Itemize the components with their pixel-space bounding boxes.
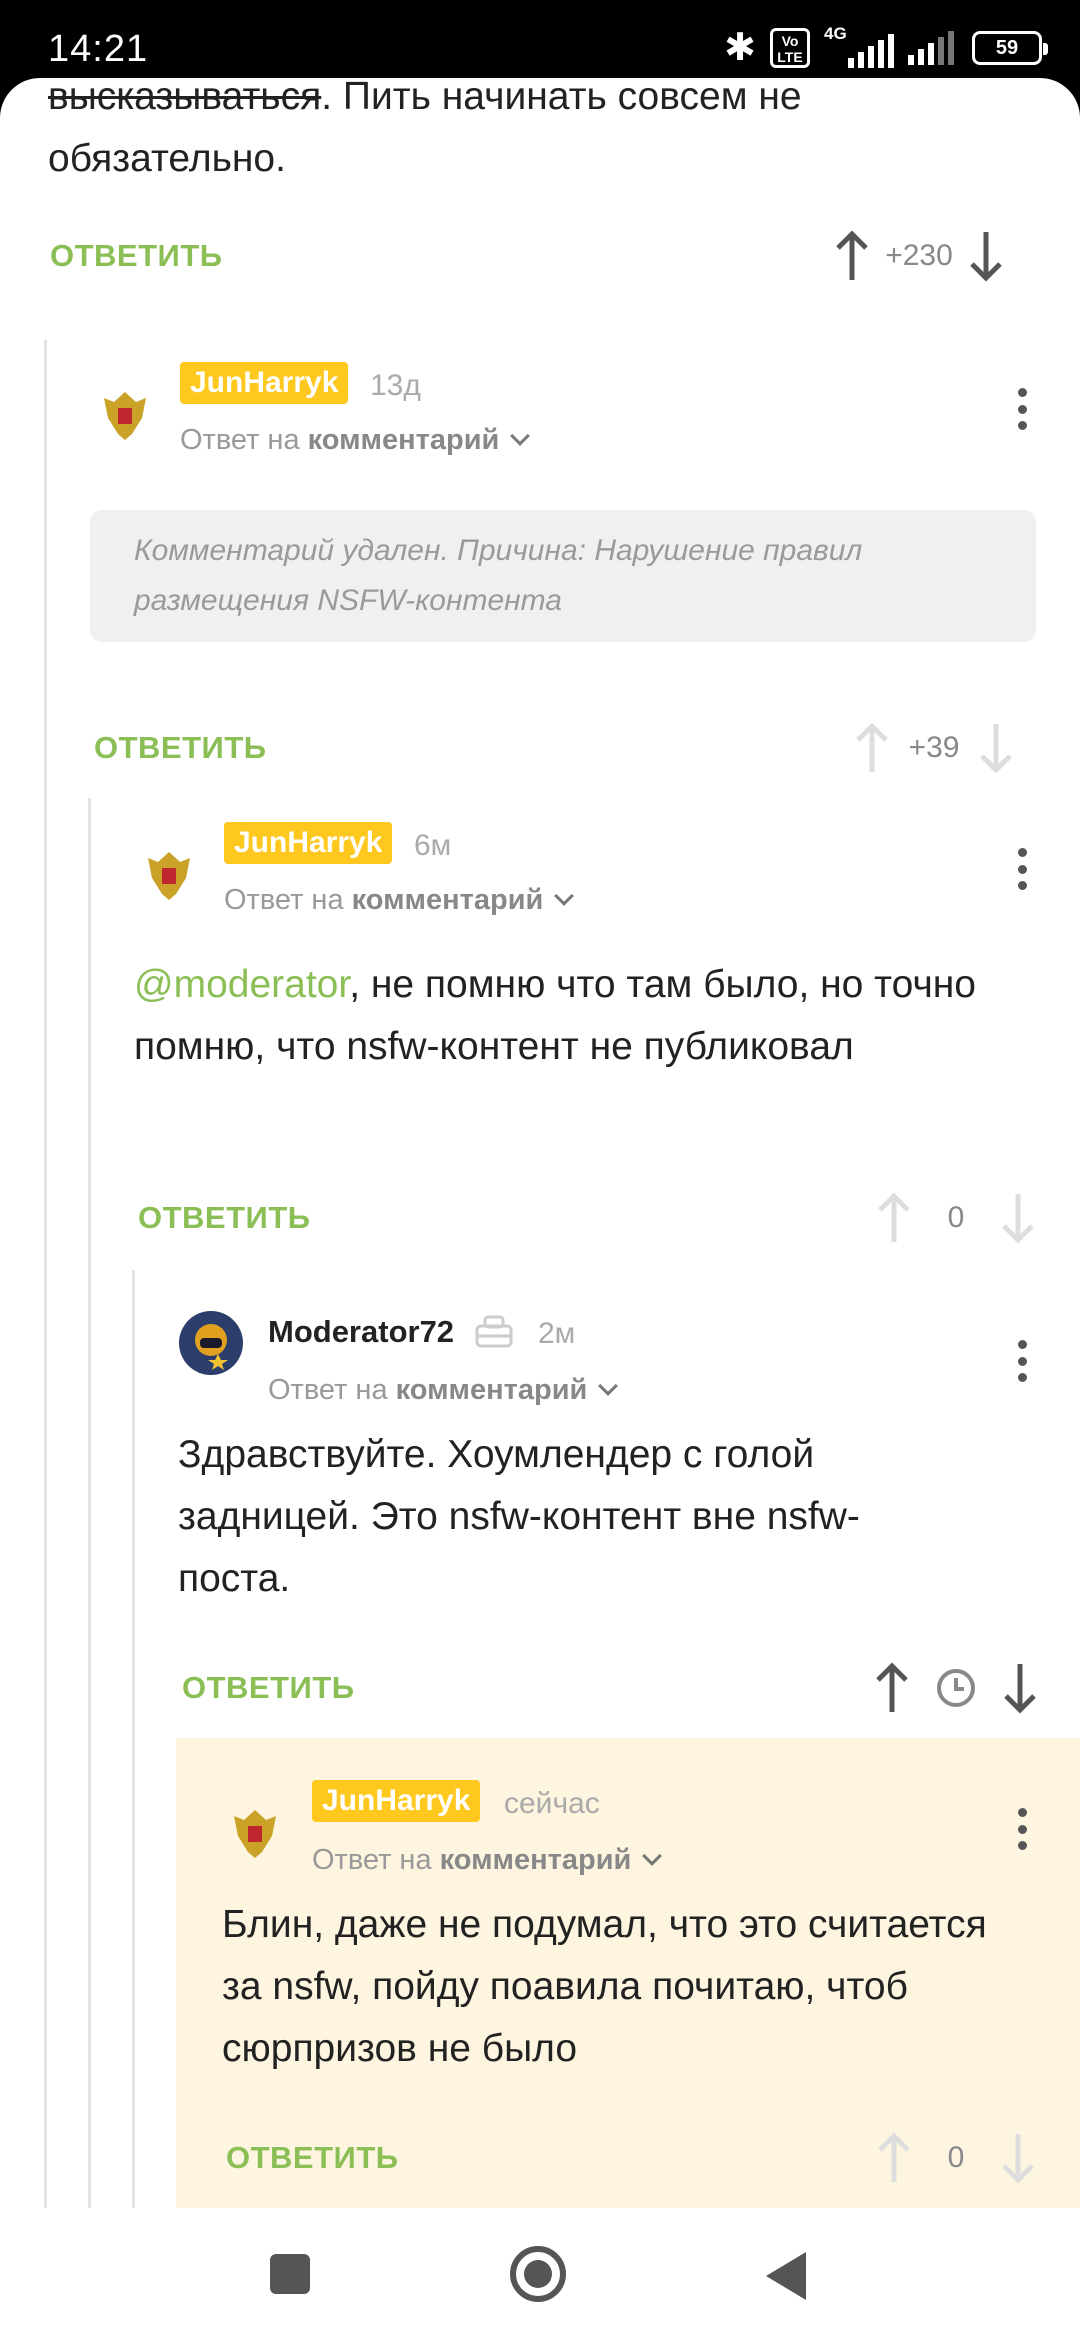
comments-feed[interactable]: высказываться. Пить начинать совсем не о… [0,78,1080,2208]
comment-time: сейчас [504,1787,600,1820]
mention-link[interactable]: @moderator [134,963,349,1006]
chevron-down-icon [554,886,575,906]
chevron-down-icon [642,1846,663,1866]
vote-controls: +230 [830,224,1008,288]
status-icons: ✱ Vo LTE 4G 59 [724,24,1048,70]
home-button[interactable] [510,2246,566,2302]
reply-to[interactable]: Ответ на комментарий [268,1370,619,1410]
upvote-icon[interactable] [872,2130,916,2186]
vote-controls: 0 [872,2126,1040,2190]
score: +39 [908,731,960,764]
username[interactable]: JunHarryk [312,1780,481,1822]
comment-text: Блин, даже не подумал, что это считается… [222,1903,987,2070]
vote-controls [870,1656,1042,1720]
avatar [179,1311,243,1375]
username[interactable]: JunHarryk [180,362,349,404]
reply-to[interactable]: Ответ на комментарий [180,420,531,460]
more-icon[interactable] [1007,1804,1037,1854]
status-time: 14:21 [48,28,149,70]
reply-to[interactable]: Ответ на комментарий [224,880,575,920]
score: 0 [947,2141,965,2174]
downvote-icon[interactable] [996,1190,1040,1246]
downvote-icon[interactable] [964,228,1008,284]
vote-controls: +39 [850,716,1018,780]
moderator-icon [475,1315,513,1348]
more-icon[interactable] [1007,384,1037,434]
thread-line [88,798,91,2208]
downvote-icon[interactable] [974,720,1018,776]
clock-icon [937,1669,975,1707]
chevron-down-icon [510,426,531,446]
comment-text: Здравствуйте. Хоумлендер с голой заднице… [178,1433,860,1600]
strike-text: высказываться [48,78,322,118]
reply-button[interactable]: ОТВЕТИТЬ [50,238,223,274]
reply-button[interactable]: ОТВЕТИТЬ [226,2140,399,2176]
bluetooth-icon: ✱ [724,27,756,69]
battery-icon: 59 [972,31,1048,65]
comment-time: 6м [414,829,452,862]
comment-text: @moderator, не помню что там было, но то… [134,954,994,1078]
more-icon[interactable] [1007,844,1037,894]
reply-button[interactable]: ОТВЕТИТЬ [138,1200,311,1236]
signal-icon-2 [908,31,954,65]
reply-button[interactable]: ОТВЕТИТЬ [182,1670,355,1706]
system-nav-bar [0,2208,1080,2340]
comment-time: 2м [538,1317,576,1350]
deleted-notice: Комментарий удален. Причина: Нарушение п… [90,510,1036,642]
upvote-icon[interactable] [870,1660,914,1716]
upvote-icon[interactable] [850,720,894,776]
chevron-down-icon [598,1376,619,1396]
more-icon[interactable] [1007,1336,1037,1386]
avatar [95,385,155,445]
back-button[interactable] [766,2252,806,2300]
comment-time: 13д [370,369,421,402]
reply-to[interactable]: Ответ на комментарий [312,1840,663,1880]
vote-controls: 0 [872,1186,1040,1250]
username[interactable]: JunHarryk [224,822,393,864]
username[interactable]: Moderator72 [268,1312,454,1352]
reply-button[interactable]: ОТВЕТИТЬ [94,730,267,766]
downvote-icon[interactable] [996,2130,1040,2186]
upvote-icon[interactable] [830,228,874,284]
thread-line [44,340,47,2208]
downvote-icon[interactable] [998,1660,1042,1716]
avatar [139,845,199,905]
comment-text-top: высказываться. Пить начинать совсем не о… [48,78,1028,190]
thread-line [132,1270,135,2208]
network-type: 4G [824,24,847,43]
avatar [225,1803,285,1863]
score: 0 [947,1201,965,1234]
recents-button[interactable] [270,2254,310,2294]
score: +230 [885,239,953,272]
upvote-icon[interactable] [872,1190,916,1246]
volte-icon: Vo LTE [770,28,810,68]
signal-icon: 4G [824,24,894,68]
